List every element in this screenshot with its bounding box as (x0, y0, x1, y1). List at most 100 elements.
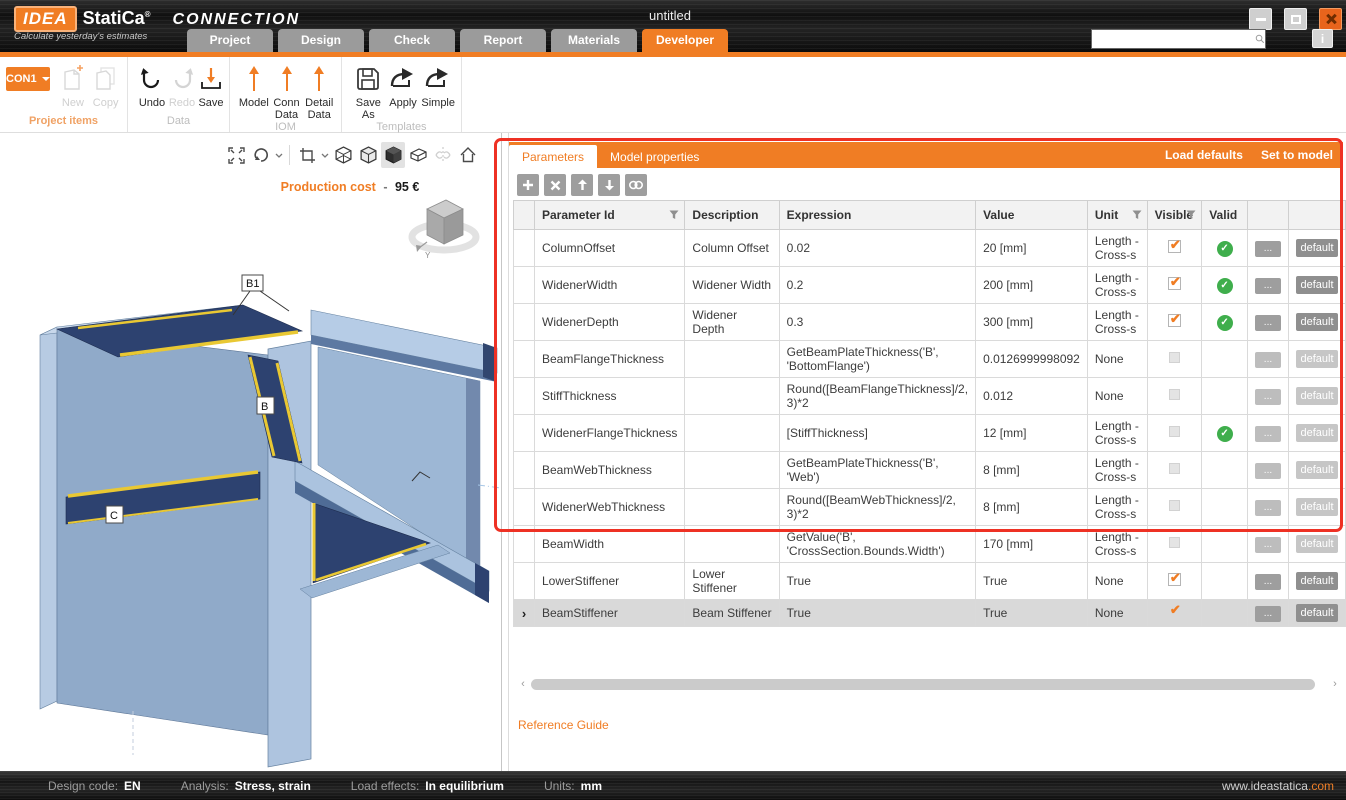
row-more-button[interactable]: ... (1255, 278, 1281, 294)
search-input[interactable] (1092, 31, 1255, 47)
clip-options-caret[interactable] (320, 142, 330, 168)
scroll-right-arrow[interactable]: › (1329, 677, 1341, 691)
description-cell[interactable] (685, 489, 779, 526)
mirror-view-button[interactable] (431, 142, 455, 168)
unit-cell[interactable]: None (1087, 563, 1147, 600)
expression-cell[interactable]: 0.3 (779, 304, 975, 341)
description-cell[interactable] (685, 341, 779, 378)
expression-cell[interactable]: GetValue('B', 'CrossSection.Bounds.Width… (779, 526, 975, 563)
reference-guide-link[interactable]: Reference Guide (518, 718, 609, 732)
unit-cell[interactable]: Length - Cross-s (1087, 489, 1147, 526)
row-default-button[interactable]: default (1296, 604, 1338, 622)
visible-cell[interactable] (1147, 563, 1202, 600)
visible-cell[interactable] (1147, 600, 1202, 627)
row-more-button[interactable]: ... (1255, 500, 1281, 516)
parameter-id-cell[interactable]: LowerStiffener (535, 563, 685, 600)
redo-button[interactable]: Redo (168, 63, 196, 109)
copy-item-button[interactable]: Copy (90, 63, 121, 109)
column-header[interactable]: Description (685, 201, 779, 230)
row-default-button[interactable]: default (1296, 350, 1338, 368)
unit-cell[interactable]: Length - Cross-s (1087, 304, 1147, 341)
parameter-row[interactable]: WidenerWidthWidener Width0.2200 [mm]Leng… (514, 267, 1346, 304)
visible-cell[interactable] (1147, 526, 1202, 563)
visible-checkbox[interactable] (1169, 500, 1180, 511)
filter-icon[interactable] (1186, 210, 1196, 220)
column-header[interactable]: Visible (1147, 201, 1202, 230)
row-more-button[interactable]: ... (1255, 241, 1281, 257)
row-default-button[interactable]: default (1296, 387, 1338, 405)
row-chevron-cell[interactable] (514, 526, 535, 563)
con1-dropdown[interactable]: CON1 (6, 67, 50, 91)
tab-parameters[interactable]: Parameters (509, 145, 597, 168)
clip-view-button[interactable] (295, 142, 319, 168)
wireframe-view-button[interactable] (331, 142, 355, 168)
column-far-flange[interactable] (40, 327, 57, 709)
visible-checkbox[interactable] (1169, 426, 1180, 437)
parameter-row[interactable]: WidenerWebThickness Round([BeamWebThickne… (514, 489, 1346, 526)
visible-checkbox[interactable] (1168, 314, 1181, 327)
row-default-button[interactable]: default (1296, 572, 1338, 590)
unit-cell[interactable]: Length - Cross-s (1087, 526, 1147, 563)
visible-cell[interactable] (1147, 304, 1202, 341)
description-cell[interactable]: Lower Stiffener (685, 563, 779, 600)
pane-divider[interactable] (501, 133, 502, 771)
unit-cell[interactable]: Length - Cross-s (1087, 230, 1147, 267)
expression-cell[interactable]: GetBeamPlateThickness('B', 'Web') (779, 452, 975, 489)
tab-project[interactable]: Project (187, 29, 273, 52)
column-header[interactable] (1247, 201, 1288, 230)
row-chevron-cell[interactable] (514, 415, 535, 452)
row-chevron-cell[interactable] (514, 267, 535, 304)
row-more-button[interactable]: ... (1255, 537, 1281, 553)
row-default-button[interactable]: default (1296, 424, 1338, 442)
save-button[interactable]: Save (198, 63, 224, 109)
row-default-button[interactable]: default (1296, 535, 1338, 553)
solid-view-button[interactable] (381, 142, 405, 168)
expression-cell[interactable]: 0.2 (779, 267, 975, 304)
parameter-id-cell[interactable]: WidenerWidth (535, 267, 685, 304)
expression-cell[interactable]: GetBeamPlateThickness('B', 'BottomFlange… (779, 341, 975, 378)
apply-template-button[interactable]: Apply (387, 63, 420, 109)
column-web[interactable] (57, 329, 268, 735)
expression-cell[interactable]: Round([BeamWebThickness]/2, 3)*2 (779, 489, 975, 526)
parameter-id-cell[interactable]: WidenerFlangeThickness (535, 415, 685, 452)
search-box[interactable] (1091, 29, 1266, 49)
row-chevron-cell[interactable] (514, 304, 535, 341)
tab-check[interactable]: Check (369, 29, 455, 52)
parameter-id-cell[interactable]: ColumnOffset (535, 230, 685, 267)
move-up-button[interactable] (571, 174, 593, 196)
tab-report[interactable]: Report (460, 29, 546, 52)
description-cell[interactable]: Widener Width (685, 267, 779, 304)
visible-checkbox[interactable] (1168, 573, 1181, 586)
row-chevron-cell[interactable] (514, 489, 535, 526)
tab-model-properties[interactable]: Model properties (597, 145, 712, 168)
expression-cell[interactable]: True (779, 600, 975, 627)
description-cell[interactable] (685, 415, 779, 452)
model-3d-view[interactable]: B1 B C (0, 253, 501, 771)
add-parameter-button[interactable] (517, 174, 539, 196)
row-chevron-cell[interactable]: › (514, 600, 535, 627)
parameter-id-cell[interactable]: BeamStiffener (535, 600, 685, 627)
row-more-button[interactable]: ... (1255, 389, 1281, 405)
row-default-button[interactable]: default (1296, 313, 1338, 331)
visible-checkbox[interactable] (1169, 389, 1180, 400)
scroll-left-arrow[interactable]: ‹ (517, 677, 529, 691)
row-more-button[interactable]: ... (1255, 426, 1281, 442)
row-chevron-cell[interactable] (514, 341, 535, 378)
description-cell[interactable]: Beam Stiffener (685, 600, 779, 627)
rotate-options-caret[interactable] (274, 142, 284, 168)
filter-icon[interactable] (1132, 210, 1142, 220)
row-chevron-cell[interactable] (514, 452, 535, 489)
parameter-id-cell[interactable]: WidenerWebThickness (535, 489, 685, 526)
info-button[interactable]: i (1312, 29, 1333, 48)
description-cell[interactable] (685, 452, 779, 489)
parameter-row[interactable]: WidenerDepthWidener Depth0.3300 [mm]Leng… (514, 304, 1346, 341)
zoom-fit-button[interactable] (224, 142, 248, 168)
set-to-model-button[interactable]: Set to model (1261, 148, 1333, 162)
parameter-id-cell[interactable]: BeamFlangeThickness (535, 341, 685, 378)
parameter-row[interactable]: WidenerFlangeThickness[StiffThickness]12… (514, 415, 1346, 452)
row-default-button[interactable]: default (1296, 461, 1338, 479)
row-more-button[interactable]: ... (1255, 315, 1281, 331)
column-header[interactable] (1288, 201, 1345, 230)
maximize-button[interactable] (1284, 8, 1307, 30)
description-cell[interactable] (685, 526, 779, 563)
